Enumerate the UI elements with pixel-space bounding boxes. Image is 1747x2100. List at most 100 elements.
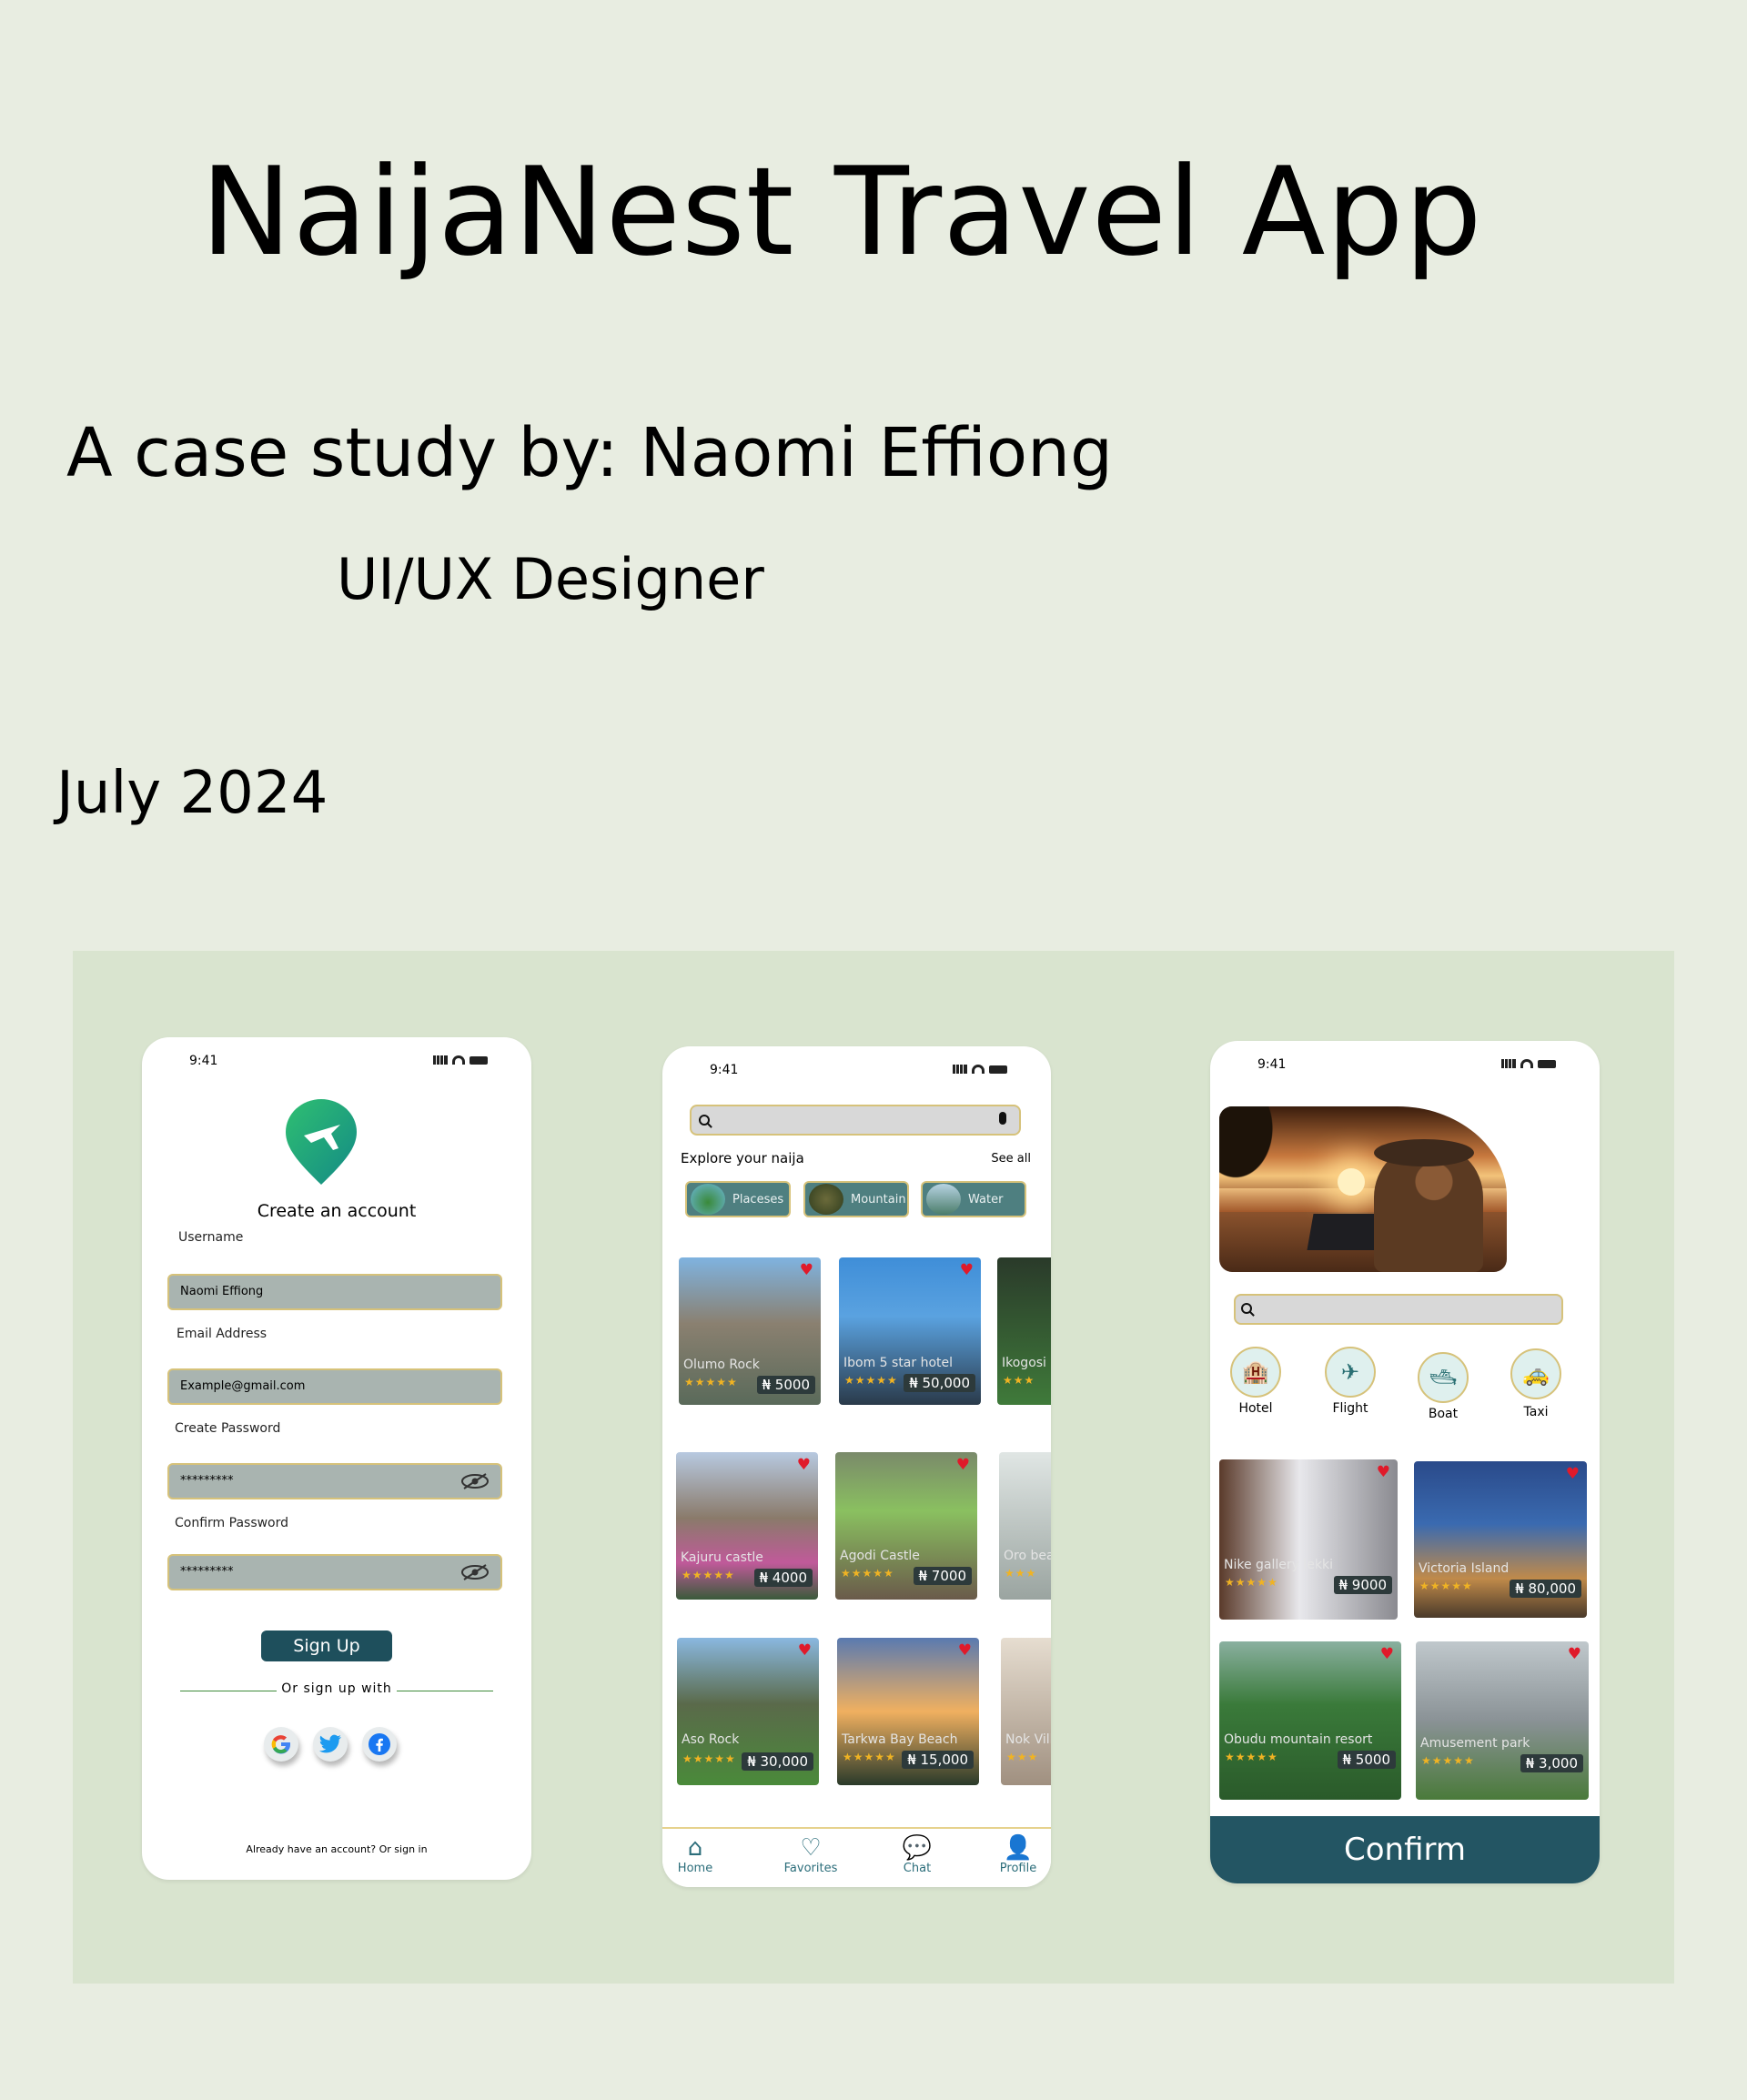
- nav-favorites[interactable]: ♡ Favorites: [779, 1834, 843, 1875]
- see-all-link[interactable]: See all: [991, 1152, 1031, 1166]
- place-name: Nok Vill: [1005, 1732, 1051, 1747]
- password-field[interactable]: *********: [167, 1463, 502, 1499]
- price-badge: ₦ 7000: [913, 1567, 972, 1585]
- password-value: *********: [180, 1474, 234, 1488]
- password-label: Create Password: [175, 1421, 281, 1436]
- place-name: Ikogosi w: [1002, 1356, 1051, 1370]
- username-label: Username: [178, 1230, 244, 1245]
- confirm-password-label: Confirm Password: [175, 1516, 289, 1530]
- eye-hidden-icon[interactable]: [460, 1472, 490, 1490]
- confirm-button[interactable]: Confirm: [1210, 1816, 1600, 1883]
- nav-home[interactable]: ⌂ Home: [663, 1834, 727, 1875]
- nav-profile[interactable]: 👤 Profile: [986, 1834, 1050, 1875]
- place-card[interactable]: ♥ Kajuru castle ★★★★★ ₦ 4000: [676, 1452, 818, 1600]
- chip-mountain[interactable]: Mountain: [803, 1181, 909, 1217]
- places-thumbnail: [691, 1184, 725, 1215]
- rating-stars: ★★★★★: [682, 1569, 735, 1581]
- chip-places[interactable]: Placeses: [685, 1181, 791, 1217]
- rating-stars: ★★★★★: [1421, 1754, 1475, 1767]
- wifi-icon: [1520, 1059, 1533, 1068]
- heart-icon[interactable]: ♥: [800, 1261, 813, 1279]
- price-badge: ₦ 30,000: [742, 1752, 813, 1771]
- place-card[interactable]: ♥ Amusement park ★★★★★ ₦ 3,000: [1416, 1641, 1589, 1800]
- google-icon[interactable]: [264, 1727, 298, 1762]
- price-badge: ₦ 4000: [753, 1569, 813, 1587]
- facebook-icon[interactable]: [362, 1727, 397, 1762]
- price-badge: ₦ 15,000: [902, 1751, 974, 1769]
- search-input[interactable]: [690, 1105, 1021, 1136]
- price-badge: ₦ 3,000: [1520, 1754, 1583, 1772]
- eye-hidden-icon[interactable]: [460, 1563, 490, 1581]
- email-field[interactable]: Example@gmail.com: [167, 1368, 502, 1405]
- place-card[interactable]: ♥ Agodi Castle ★★★★★ ₦ 7000: [835, 1452, 977, 1600]
- place-card[interactable]: ♥ Ibom 5 star hotel ★★★★★ ₦ 50,000: [839, 1257, 981, 1405]
- confirm-password-field[interactable]: *********: [167, 1554, 502, 1590]
- nav-label: Home: [677, 1862, 713, 1875]
- heart-icon[interactable]: ♥: [797, 1456, 811, 1474]
- case-study-author: A case study by: Naomi Effiong: [66, 414, 1113, 492]
- wifi-icon: [452, 1055, 465, 1065]
- water-thumbnail: [926, 1184, 961, 1215]
- place-card[interactable]: ♥ Olumo Rock ★★★★★ ₦ 5000: [679, 1257, 821, 1405]
- signal-icon: [953, 1065, 967, 1074]
- price-badge: ₦ 50,000: [904, 1374, 975, 1392]
- nav-chat[interactable]: 💬 Chat: [885, 1834, 949, 1875]
- place-card[interactable]: ♥ Victoria Island ★★★★★ ₦ 80,000: [1414, 1461, 1587, 1618]
- create-account-heading: Create an account: [257, 1201, 417, 1221]
- heart-icon[interactable]: ♥: [960, 1261, 974, 1279]
- email-label: Email Address: [177, 1327, 268, 1341]
- confirm-password-value: *********: [180, 1565, 234, 1579]
- status-bar: 9:41: [1210, 1057, 1600, 1079]
- app-logo-icon: [286, 1099, 357, 1185]
- author-role: UI/UX Designer: [337, 546, 764, 612]
- service-label: Boat: [1428, 1407, 1459, 1421]
- rating-stars: ★★★★★: [1225, 1751, 1278, 1763]
- chip-label: Placeses: [732, 1192, 784, 1206]
- heart-icon[interactable]: ♥: [958, 1641, 972, 1660]
- home-icon: ⌂: [687, 1834, 703, 1862]
- place-card[interactable]: ♥ Obudu mountain resort ★★★★★ ₦ 5000: [1219, 1641, 1401, 1800]
- signal-icon: [1501, 1059, 1516, 1068]
- heart-icon[interactable]: ♥: [1566, 1465, 1580, 1483]
- place-card[interactable]: ♥ Aso Rock ★★★★★ ₦ 30,000: [677, 1638, 819, 1785]
- microphone-icon[interactable]: [999, 1112, 1006, 1125]
- place-name: Amusement park: [1420, 1736, 1530, 1751]
- search-input[interactable]: [1234, 1294, 1563, 1325]
- service-label: Taxi: [1523, 1405, 1549, 1419]
- boat-icon[interactable]: 🛥: [1418, 1352, 1469, 1403]
- twitter-icon[interactable]: [313, 1727, 348, 1762]
- rating-stars: ★★★: [1006, 1751, 1039, 1763]
- chip-label: Mountain: [851, 1192, 906, 1206]
- signup-screen: 9:41 Create an account Username Naomi Ef…: [142, 1037, 531, 1880]
- mountain-thumbnail: [809, 1184, 843, 1215]
- chat-icon: 💬: [902, 1834, 933, 1862]
- heart-icon[interactable]: ♥: [1377, 1463, 1390, 1481]
- hero-image: [1219, 1106, 1507, 1272]
- flight-icon[interactable]: ✈: [1325, 1347, 1376, 1398]
- rating-stars: ★★★★★: [1419, 1580, 1473, 1592]
- username-field[interactable]: Naomi Effiong: [167, 1274, 502, 1310]
- place-name: Ibom 5 star hotel: [843, 1356, 954, 1370]
- battery-icon: [470, 1055, 488, 1065]
- heart-icon[interactable]: ♥: [956, 1456, 970, 1474]
- hotel-icon[interactable]: 🏨: [1230, 1347, 1281, 1398]
- wifi-icon: [972, 1065, 985, 1074]
- place-card[interactable]: Nok Vill ★★★: [1001, 1638, 1051, 1785]
- place-card[interactable]: Oro bea ★★★: [999, 1452, 1051, 1600]
- chip-label: Water: [968, 1192, 1004, 1206]
- signin-link[interactable]: Already have an account? Or sign in: [142, 1843, 531, 1855]
- heart-icon[interactable]: ♥: [1380, 1645, 1394, 1663]
- place-card[interactable]: ♥ Tarkwa Bay Beach ★★★★★ ₦ 15,000: [837, 1638, 979, 1785]
- place-name: Tarkwa Bay Beach: [842, 1732, 958, 1747]
- place-card[interactable]: ♥ Nike gallery lekki ★★★★★ ₦ 9000: [1219, 1459, 1398, 1620]
- heart-icon[interactable]: ♥: [798, 1641, 812, 1660]
- chip-water[interactable]: Water: [921, 1181, 1026, 1217]
- place-card[interactable]: Ikogosi w ★★★: [997, 1257, 1051, 1405]
- search-icon: [1241, 1303, 1252, 1314]
- place-name: Oro bea: [1004, 1549, 1051, 1563]
- status-time: 9:41: [189, 1054, 218, 1068]
- rating-stars: ★★★★★: [1225, 1576, 1278, 1589]
- signup-button[interactable]: Sign Up: [261, 1631, 392, 1661]
- heart-icon[interactable]: ♥: [1568, 1645, 1581, 1663]
- taxi-icon[interactable]: 🚕: [1510, 1348, 1561, 1399]
